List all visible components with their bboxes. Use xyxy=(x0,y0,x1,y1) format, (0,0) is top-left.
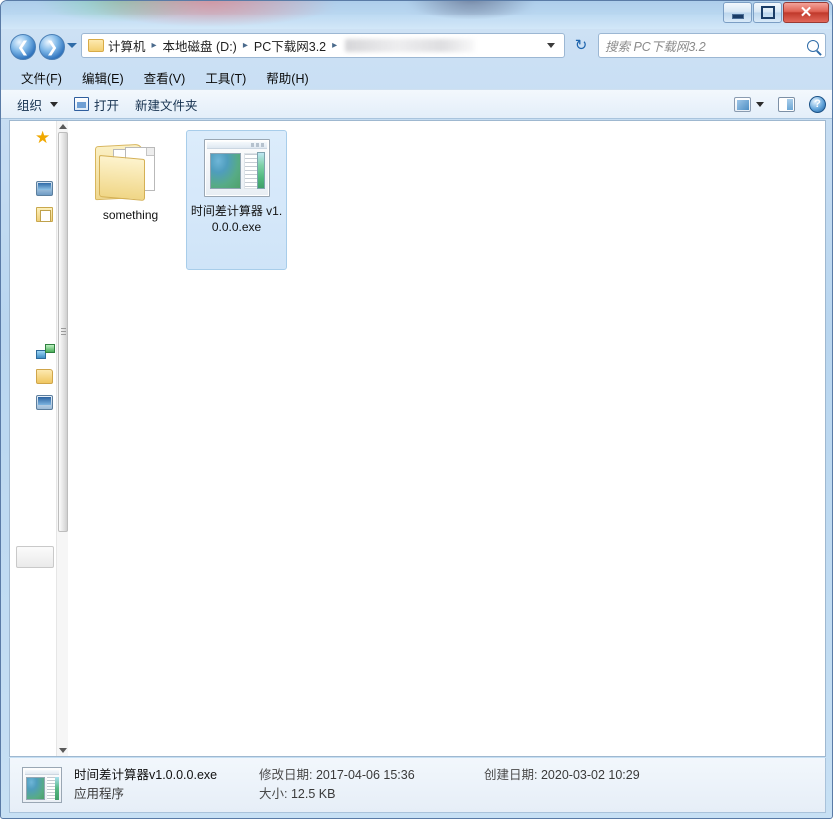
title-bar[interactable]: ✕ xyxy=(1,1,833,29)
list-item[interactable]: 时间差计算器 v1.0.0.0.exe xyxy=(186,130,287,270)
details-size-value: 12.5 KB xyxy=(291,787,335,801)
forward-button[interactable]: ❯ xyxy=(39,34,65,60)
navigation-pane-horizontal-scrollbar[interactable] xyxy=(16,546,54,568)
title-bar-blurred-background xyxy=(1,1,833,15)
preview-pane-icon[interactable] xyxy=(778,97,795,112)
content-area: ★ xyxy=(9,120,826,757)
details-text: 时间差计算器v1.0.0.0.exe 修改日期: 2017-04-06 15:3… xyxy=(74,766,640,804)
help-icon[interactable]: ? xyxy=(809,96,826,113)
breadcrumb-item-computer[interactable]: 计算机 xyxy=(106,36,148,55)
breadcrumb-separator-icon[interactable]: ▸ xyxy=(148,40,161,51)
search-input[interactable]: 搜索 PC下载网3.2 xyxy=(598,33,826,58)
details-file-name: 时间差计算器v1.0.0.0.exe xyxy=(74,766,259,785)
breadcrumb-separator-icon[interactable]: ▸ xyxy=(239,40,252,51)
open-button[interactable]: 打开 xyxy=(66,91,127,118)
menu-item-file[interactable]: 文件(F) xyxy=(13,65,70,90)
favorites-star-icon[interactable]: ★ xyxy=(35,129,52,144)
details-size: 大小: 12.5 KB xyxy=(259,785,484,804)
menu-item-help[interactable]: 帮助(H) xyxy=(258,65,316,90)
folder-icon[interactable] xyxy=(36,369,53,384)
refresh-button[interactable]: ↻ xyxy=(571,35,591,55)
list-item-label: something xyxy=(103,207,158,223)
address-row: ❮ ❯ 计算机 ▸ 本地磁盘 (D:) ▸ PC下载网3.2 ▸ ↻ 搜索 PC… xyxy=(1,29,833,65)
breadcrumb-item-local-disk[interactable]: 本地磁盘 (D:) xyxy=(161,36,239,55)
menu-bar: 文件(F) 编辑(E) 查看(V) 工具(T) 帮助(H) xyxy=(1,65,833,89)
search-placeholder: 搜索 PC下载网3.2 xyxy=(605,36,706,55)
open-label: 打开 xyxy=(94,95,119,114)
details-created-label: 创建日期: xyxy=(484,768,537,782)
folder-icon xyxy=(95,139,167,201)
navigation-pane-scrollbar[interactable] xyxy=(56,121,68,756)
change-view-icon[interactable] xyxy=(734,97,751,112)
menu-item-edit[interactable]: 编辑(E) xyxy=(74,65,132,90)
new-folder-label: 新建文件夹 xyxy=(135,95,198,114)
chevron-down-icon xyxy=(50,102,58,107)
navigation-pane[interactable]: ★ xyxy=(10,121,68,756)
file-list[interactable]: something 时间差计算器 v1.0.0.0.exe xyxy=(68,121,825,756)
details-modified-value: 2017-04-06 15:36 xyxy=(316,768,415,782)
application-icon xyxy=(22,767,62,803)
libraries-icon[interactable] xyxy=(36,207,53,222)
open-icon xyxy=(74,97,89,111)
recent-pages-dropdown-icon[interactable] xyxy=(67,43,77,48)
maximize-button[interactable] xyxy=(753,2,782,23)
application-icon xyxy=(204,139,270,197)
details-modified: 修改日期: 2017-04-06 15:36 xyxy=(259,766,484,785)
window-controls: ✕ xyxy=(723,2,829,23)
back-button[interactable]: ❮ xyxy=(10,34,36,60)
new-folder-button[interactable]: 新建文件夹 xyxy=(127,91,206,118)
minimize-button[interactable] xyxy=(723,2,752,23)
details-pane: 时间差计算器v1.0.0.0.exe 修改日期: 2017-04-06 15:3… xyxy=(9,758,826,813)
details-file-type: 应用程序 xyxy=(74,785,259,804)
menu-item-view[interactable]: 查看(V) xyxy=(136,65,194,90)
command-bar: 组织 打开 新建文件夹 ? xyxy=(1,89,833,119)
address-bar[interactable]: 计算机 ▸ 本地磁盘 (D:) ▸ PC下载网3.2 ▸ xyxy=(81,33,565,58)
chevron-down-icon xyxy=(59,748,67,753)
computer-icon[interactable] xyxy=(36,395,53,410)
details-created: 创建日期: 2020-03-02 10:29 xyxy=(484,766,640,785)
explorer-window: ✕ ❮ ❯ 计算机 ▸ 本地磁盘 (D:) ▸ PC下载网3.2 ▸ ↻ 搜索 … xyxy=(0,0,833,819)
search-icon xyxy=(807,40,819,52)
breadcrumb-redacted-segment xyxy=(345,39,475,52)
network-icon[interactable] xyxy=(36,343,53,358)
chevron-down-icon[interactable] xyxy=(547,43,555,48)
desktop-icon[interactable] xyxy=(36,181,53,196)
details-created-value: 2020-03-02 10:29 xyxy=(541,768,640,782)
chevron-up-icon xyxy=(59,124,67,129)
chevron-down-icon[interactable] xyxy=(756,102,764,107)
folder-icon xyxy=(88,39,104,52)
close-button[interactable]: ✕ xyxy=(783,2,829,23)
list-item[interactable]: something xyxy=(80,130,181,270)
command-bar-right-group: ? xyxy=(734,96,826,113)
list-item-label: 时间差计算器 v1.0.0.0.exe xyxy=(189,203,285,235)
organize-button[interactable]: 组织 xyxy=(9,91,66,118)
scrollbar-thumb[interactable] xyxy=(58,132,68,532)
organize-label: 组织 xyxy=(17,95,42,114)
breadcrumb-separator-icon[interactable]: ▸ xyxy=(328,40,341,51)
breadcrumb-item-current-folder[interactable]: PC下载网3.2 xyxy=(252,36,328,55)
details-size-label: 大小: xyxy=(259,787,287,801)
details-modified-label: 修改日期: xyxy=(259,768,312,782)
menu-item-tools[interactable]: 工具(T) xyxy=(197,65,254,90)
